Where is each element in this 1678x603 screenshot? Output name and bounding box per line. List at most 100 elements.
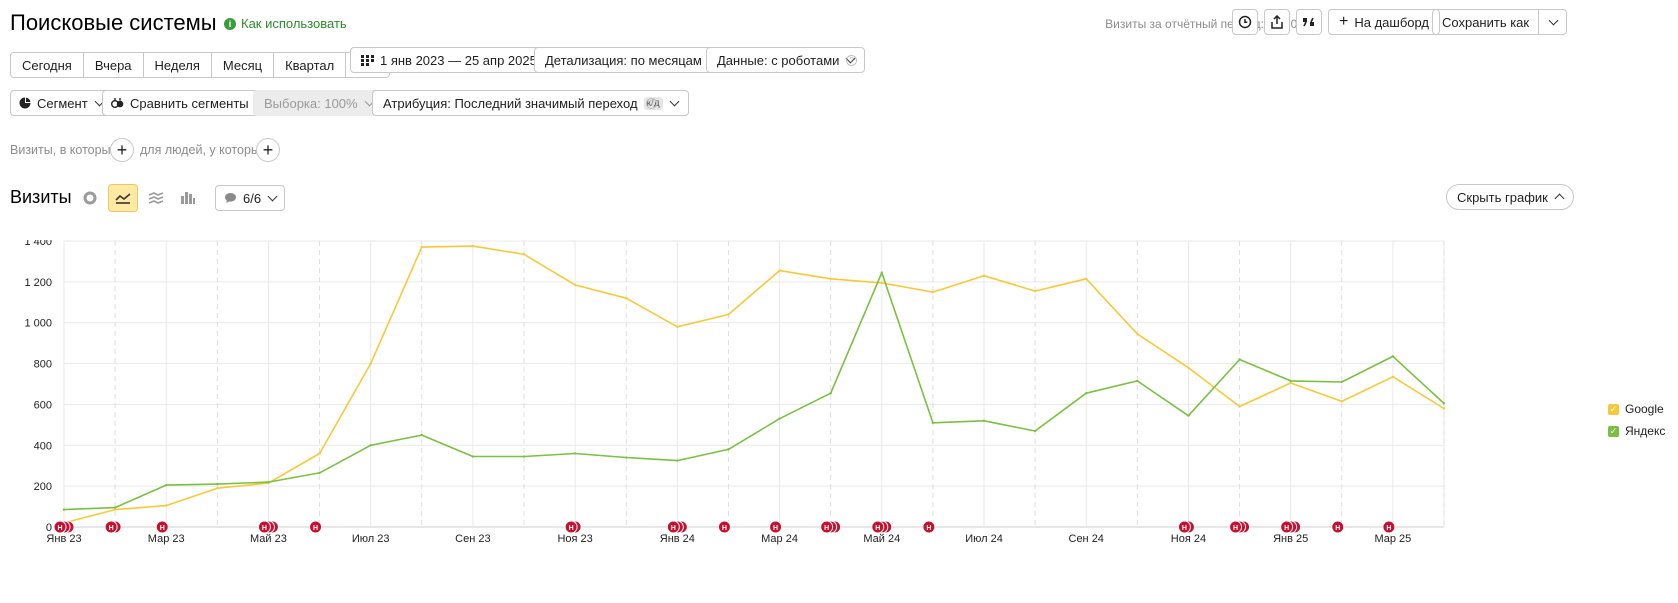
- attribution-dropdown[interactable]: Атрибуция: Последний значимый переход к/…: [372, 90, 689, 116]
- annotation-marker-letter: Н: [1233, 525, 1238, 532]
- line-chart-icon: [115, 193, 131, 204]
- data-point: [1085, 277, 1088, 280]
- people-filter-label: для людей, у которых: [140, 143, 267, 157]
- data-point: [676, 325, 679, 328]
- x-tick-label: Ноя 24: [1171, 533, 1206, 545]
- plus-icon: +: [116, 140, 128, 160]
- x-tick-label: Июл 24: [965, 533, 1003, 545]
- data-dropdown[interactable]: Данные: с роботами: [706, 47, 866, 73]
- segment-dropdown[interactable]: Сегмент: [10, 90, 112, 116]
- data-point: [113, 506, 117, 509]
- annotation-marker-letter: Н: [926, 525, 931, 532]
- history-button[interactable]: [1232, 9, 1258, 35]
- data-point: [420, 245, 423, 249]
- detail-label: Детализация: по месяцам: [545, 52, 702, 68]
- data-point: [727, 313, 730, 316]
- data-point: [573, 283, 577, 287]
- add-people-filter-button[interactable]: +: [256, 138, 280, 162]
- y-tick-label: 1 400: [24, 240, 52, 248]
- data-point: [982, 419, 986, 422]
- annotation-marker-letter: Н: [57, 525, 62, 532]
- help-icon[interactable]: ?: [646, 98, 657, 109]
- y-tick-label: 800: [34, 359, 52, 371]
- calendar-icon: [361, 54, 374, 66]
- add-visit-filter-button[interactable]: +: [110, 138, 134, 162]
- period-selector: СегодняВчераНеделяМесяцКварталГод: [10, 52, 390, 78]
- stacked-area-icon: [148, 192, 164, 204]
- thumbs-icon: [1303, 17, 1314, 27]
- chevron-up-icon: [1554, 193, 1565, 204]
- annotation-marker-letter: Н: [773, 525, 778, 532]
- visits-line-chart: 02004006008001 0001 2001 400Янв 23 Мар 23…: [24, 240, 1446, 545]
- legend-checkbox[interactable]: ✓: [1608, 425, 1619, 437]
- area-view-button[interactable]: [141, 184, 171, 212]
- annotation-marker-letter: Н: [671, 525, 676, 532]
- data-point: [1033, 429, 1037, 433]
- data-point: [625, 297, 628, 300]
- add-to-dashboard-button[interactable]: + На дашборд: [1328, 9, 1441, 35]
- detail-dropdown[interactable]: Детализация: по месяцам: [534, 47, 728, 73]
- chevron-down-icon: [669, 96, 680, 106]
- data-point: [1289, 381, 1292, 385]
- chevron-down-icon: [267, 191, 278, 201]
- save-as-dropdown[interactable]: [1539, 10, 1566, 34]
- legend-label: Яндекс: [1625, 424, 1666, 438]
- howto-label: Как использовать: [241, 16, 347, 31]
- x-tick-label: Янв 24: [660, 533, 695, 545]
- annotation-marker-letter: Н: [722, 525, 727, 532]
- hide-chart-button[interactable]: Скрыть график: [1446, 184, 1574, 210]
- period-button[interactable]: Неделя: [143, 53, 212, 77]
- attribution-label: Атрибуция: Последний значимый переход: [383, 95, 638, 111]
- annotation-marker-letter: Н: [875, 525, 880, 532]
- x-tick-label: Сен 23: [455, 533, 490, 545]
- feedback-button[interactable]: [1296, 9, 1322, 35]
- annotation-marker-letter: Н: [1284, 525, 1289, 532]
- period-button[interactable]: Вчера: [83, 53, 144, 77]
- plus-icon: +: [1339, 13, 1349, 30]
- date-range-label: 1 янв 2023 — 25 апр 2025: [380, 52, 537, 68]
- data-point: [369, 444, 372, 447]
- hide-chart-label: Скрыть график: [1457, 189, 1548, 205]
- y-tick-label: 200: [34, 481, 52, 493]
- export-button[interactable]: [1264, 9, 1290, 35]
- visits-filter-label: Визиты, в которых: [10, 143, 117, 157]
- data-point: [1136, 379, 1139, 383]
- y-tick-label: 1 200: [24, 277, 52, 289]
- save-as-button[interactable]: Сохранить как: [1433, 10, 1540, 34]
- period-button[interactable]: Сегодня: [11, 53, 84, 77]
- data-point: [880, 271, 883, 274]
- howto-link[interactable]: i Как использовать: [224, 16, 347, 31]
- line-view-button[interactable]: [108, 184, 138, 212]
- annotations-dropdown[interactable]: 6/6: [215, 185, 286, 211]
- pie-view-button[interactable]: [75, 184, 105, 212]
- plus-icon: +: [262, 140, 274, 160]
- data-point: [1187, 414, 1190, 417]
- bar-view-button[interactable]: [173, 184, 203, 212]
- save-as-group: Сохранить как: [1432, 9, 1568, 35]
- legend-checkbox[interactable]: ✓: [1608, 403, 1619, 415]
- legend-item[interactable]: ✓ Яндекс: [1608, 424, 1665, 438]
- x-tick-label: Мар 24: [761, 533, 798, 545]
- data-point: [1340, 380, 1343, 384]
- x-tick-label: Сен 24: [1069, 533, 1104, 545]
- sample-dropdown[interactable]: Выборка: 100%: [253, 90, 384, 116]
- data-point: [318, 452, 321, 455]
- data-point: [420, 433, 423, 437]
- data-point: [1391, 375, 1395, 379]
- data-point: [880, 281, 883, 285]
- data-point: [471, 455, 475, 458]
- date-range-button[interactable]: 1 янв 2023 — 25 апр 2025: [350, 47, 548, 73]
- data-point: [931, 290, 935, 294]
- bar-chart-icon: [181, 192, 195, 204]
- annotation-marker-letter: Н: [1182, 525, 1187, 532]
- help-icon[interactable]: ?: [846, 55, 857, 66]
- data-point: [778, 269, 781, 272]
- period-button[interactable]: Месяц: [211, 53, 275, 77]
- compare-segments-dropdown[interactable]: Сравнить сегменты: [102, 90, 273, 116]
- x-tick-label: Ноя 23: [557, 533, 592, 545]
- period-button[interactable]: Квартал: [274, 53, 347, 77]
- data-point: [625, 456, 628, 459]
- data-point: [1033, 289, 1037, 293]
- x-tick-label: Янв 25: [1273, 533, 1308, 545]
- legend-item[interactable]: ✓ Google: [1608, 402, 1665, 416]
